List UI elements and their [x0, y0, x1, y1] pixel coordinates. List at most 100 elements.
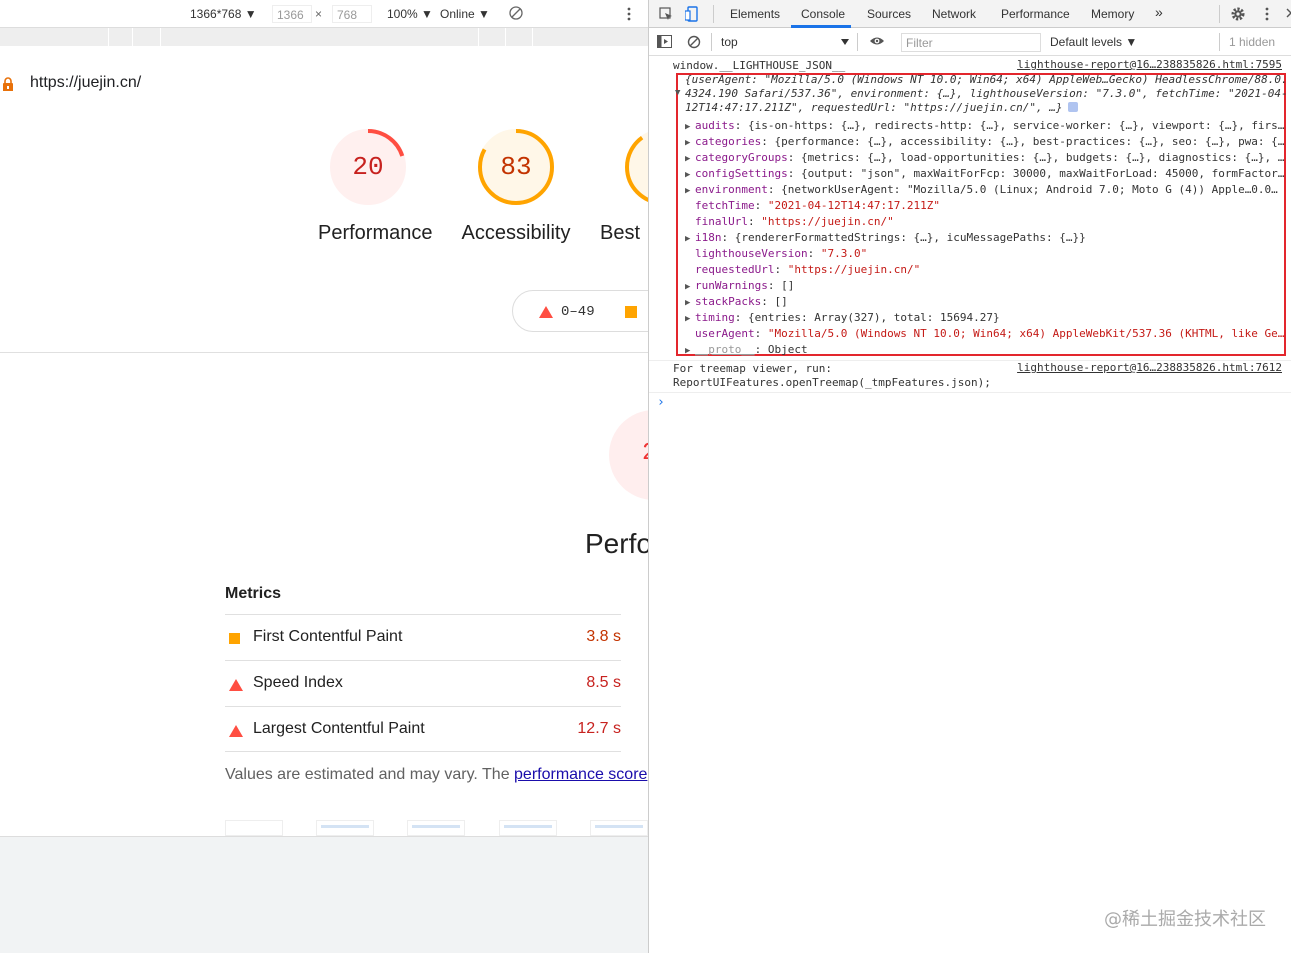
- tab-sources[interactable]: Sources: [867, 7, 911, 21]
- metric-row: First Contentful Paint 3.8 s: [225, 614, 621, 660]
- expand-triangle-icon[interactable]: ▶: [685, 119, 695, 135]
- object-property-row[interactable]: ▶ categoryGroups: {metrics: {…}, load-opp…: [685, 150, 1291, 167]
- tab-performance[interactable]: Performance: [1001, 7, 1070, 21]
- best-practices-label: Best: [600, 222, 641, 244]
- report-url-bar: https://juejin.cn/: [0, 68, 648, 98]
- filmstrip-thumb: [407, 820, 465, 836]
- gauge-accessibility[interactable]: 83 Accessibility: [456, 126, 576, 245]
- object-property-row[interactable]: ▶ stackPacks: []: [685, 294, 1291, 311]
- tab-memory[interactable]: Memory: [1091, 7, 1134, 21]
- property-value: "Mozilla/5.0 (Windows NT 10.0; Win64; x6…: [767, 327, 1285, 340]
- metrics-heading: Metrics: [225, 585, 282, 602]
- toolbar-separator: [1219, 33, 1220, 51]
- object-property-row[interactable]: ▶ categories: {performance: {…}, accessib…: [685, 134, 1291, 151]
- expand-triangle-icon[interactable]: ▶: [685, 167, 695, 183]
- treemap-hint-line: ReportUIFeatures.openTreemap(_tmpFeature…: [673, 376, 991, 389]
- zoom-select[interactable]: 100% ▼: [387, 7, 433, 21]
- gauge-best-practices[interactable]: Best: [600, 126, 648, 245]
- expand-triangle-icon[interactable]: ▶: [685, 311, 695, 327]
- expand-triangle-icon[interactable]: ▶: [685, 135, 695, 151]
- expand-triangle-icon[interactable]: ▶: [685, 151, 695, 167]
- message-separator: [649, 392, 1291, 393]
- property-key: timing: [695, 311, 735, 324]
- best-practices-gauge-ring: [625, 129, 648, 205]
- filmstrip-thumb: [225, 820, 283, 836]
- property-key: categories: [695, 135, 762, 148]
- inspect-element-icon[interactable]: [659, 7, 673, 21]
- property-key: stackPacks: [695, 295, 762, 308]
- property-value: {networkUserAgent: "Mozilla/5.0 (Linux; …: [781, 183, 1278, 196]
- dimensions-select[interactable]: 1366*768 ▼: [190, 7, 257, 21]
- property-key: runWarnings: [695, 279, 768, 292]
- width-input[interactable]: 1366: [272, 5, 312, 23]
- close-devtools-icon[interactable]: [1286, 8, 1291, 18]
- expand-triangle-icon[interactable]: ▼: [675, 88, 680, 98]
- property-key: i18n: [695, 231, 722, 244]
- object-property-row[interactable]: ▶ i18n: {rendererFormattedStrings: {…}, i…: [685, 230, 1291, 247]
- viewport-outside-area: [0, 836, 648, 953]
- property-key: lighthouseVersion: [695, 247, 808, 260]
- watermark: @稀土掘金技术社区: [1104, 909, 1266, 930]
- performance-section-title: Perfo: [585, 528, 648, 559]
- legend-range-fail: 0–49: [561, 304, 595, 320]
- metric-name: Speed Index: [253, 674, 343, 691]
- height-input[interactable]: 768: [332, 5, 372, 23]
- object-property-row[interactable]: ▶ timing: {entries: Array(327), total: 15…: [685, 310, 1291, 327]
- object-property-row[interactable]: ▶ environment: {networkUserAgent: "Mozill…: [685, 182, 1291, 199]
- metric-name: Largest Contentful Paint: [253, 720, 425, 737]
- toolbar-separator: [711, 33, 712, 51]
- gauge-performance[interactable]: 20 Performance: [318, 126, 433, 245]
- performance-label: Performance: [318, 222, 433, 244]
- console-filter-input[interactable]: Filter: [901, 33, 1041, 52]
- accessibility-score: 83: [500, 152, 532, 182]
- property-value: Object: [767, 343, 808, 356]
- object-property-row[interactable]: ▶ configSettings: {output: "json", maxWai…: [685, 166, 1291, 183]
- clear-console-icon[interactable]: [687, 35, 701, 49]
- tab-network[interactable]: Network: [932, 7, 976, 21]
- devtools-menu-icon[interactable]: [1264, 7, 1270, 21]
- metric-value: 3.8 s: [586, 628, 621, 645]
- devtools-panel: Elements Console Sources Network Perform…: [648, 0, 1291, 953]
- lock-icon: [3, 77, 13, 91]
- expand-triangle-icon[interactable]: ▶: [685, 279, 695, 295]
- object-property-row[interactable]: ▶ __proto__: Object: [685, 342, 1291, 359]
- throttle-select[interactable]: Online ▼: [440, 7, 490, 21]
- info-badge-icon[interactable]: [1068, 102, 1078, 112]
- object-property-row[interactable]: ▶ audits: {is-on-https: {…}, redirects-ht…: [685, 118, 1291, 135]
- source-link[interactable]: lighthouse-report@16…238835826.html:7595: [1017, 58, 1282, 71]
- source-link[interactable]: lighthouse-report@16…238835826.html:7612: [1017, 361, 1282, 374]
- log-levels-select[interactable]: Default levels ▼: [1050, 35, 1137, 49]
- object-summary-line: 12T14:47:17.211Z", requestedUrl: "https:…: [685, 101, 1063, 114]
- settings-gear-icon[interactable]: [1230, 6, 1246, 22]
- expand-triangle-icon[interactable]: ▶: [685, 183, 695, 199]
- tab-console[interactable]: Console: [801, 7, 845, 21]
- sidebar-toggle-icon[interactable]: [657, 35, 672, 48]
- context-select[interactable]: top: [721, 35, 738, 49]
- toolbar-separator: [857, 33, 858, 51]
- expand-triangle-icon[interactable]: ▶: [685, 343, 695, 359]
- console-prompt-chevron-icon[interactable]: ›: [657, 395, 665, 410]
- property-value: "https://juejin.cn/": [787, 263, 921, 276]
- property-key: finalUrl: [695, 215, 748, 228]
- performance-score: 20: [352, 152, 384, 182]
- live-expression-eye-icon[interactable]: [869, 36, 885, 46]
- more-options-icon[interactable]: [626, 7, 632, 21]
- object-property-row[interactable]: ▶ runWarnings: []: [685, 278, 1291, 295]
- average-square-icon: [229, 632, 241, 650]
- performance-score-link[interactable]: performance score: [514, 766, 647, 783]
- expand-triangle-icon[interactable]: ▶: [685, 295, 695, 311]
- device-toggle-icon[interactable]: [685, 6, 699, 22]
- object-property-row: requestedUrl: "https://juejin.cn/": [695, 263, 921, 276]
- more-tabs-button[interactable]: »: [1155, 4, 1163, 20]
- devtools-tabbar: Elements Console Sources Network Perform…: [649, 0, 1291, 28]
- section-divider: [0, 352, 648, 353]
- media-query-ruler[interactable]: [0, 28, 648, 46]
- object-property-row: fetchTime: "2021-04-12T14:47:17.211Z": [695, 199, 941, 212]
- chevron-down-icon[interactable]: [841, 39, 849, 45]
- report-url[interactable]: https://juejin.cn/: [30, 74, 141, 92]
- metric-row: Speed Index 8.5 s: [225, 660, 621, 706]
- rotate-icon[interactable]: [509, 6, 523, 20]
- expand-triangle-icon[interactable]: ▶: [685, 231, 695, 247]
- property-value: "2021-04-12T14:47:17.211Z": [767, 199, 941, 212]
- tab-elements[interactable]: Elements: [730, 7, 780, 21]
